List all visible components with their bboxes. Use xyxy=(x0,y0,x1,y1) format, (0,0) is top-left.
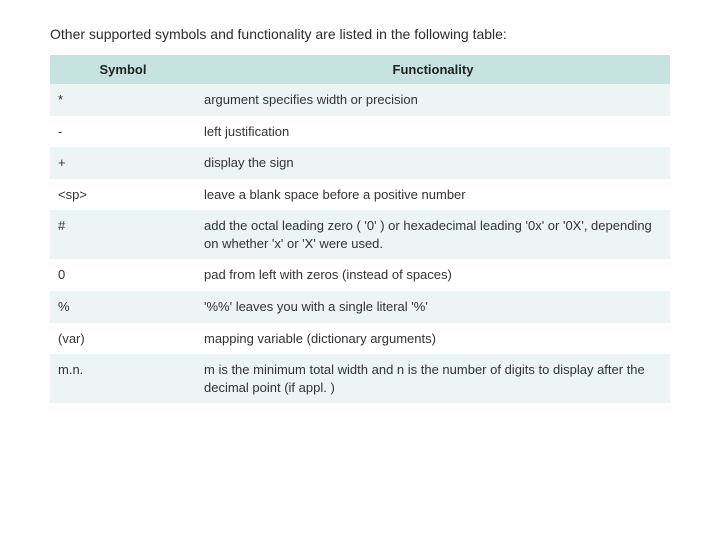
cell-symbol: - xyxy=(50,116,196,148)
cell-functionality: pad from left with zeros (instead of spa… xyxy=(196,259,670,291)
cell-symbol: <sp> xyxy=(50,179,196,211)
cell-symbol: # xyxy=(50,210,196,259)
cell-symbol: * xyxy=(50,84,196,116)
table-row: # add the octal leading zero ( '0' ) or … xyxy=(50,210,670,259)
table-row: 0 pad from left with zeros (instead of s… xyxy=(50,259,670,291)
cell-symbol: 0 xyxy=(50,259,196,291)
table-row: % '%%' leaves you with a single literal … xyxy=(50,291,670,323)
table-row: - left justification xyxy=(50,116,670,148)
cell-functionality: leave a blank space before a positive nu… xyxy=(196,179,670,211)
table-row: <sp> leave a blank space before a positi… xyxy=(50,179,670,211)
cell-functionality: display the sign xyxy=(196,147,670,179)
cell-functionality: '%%' leaves you with a single literal '%… xyxy=(196,291,670,323)
header-symbol: Symbol xyxy=(50,55,196,84)
cell-functionality: m is the minimum total width and n is th… xyxy=(196,354,670,403)
table-row: * argument specifies width or precision xyxy=(50,84,670,116)
cell-symbol: m.n. xyxy=(50,354,196,403)
header-functionality: Functionality xyxy=(196,55,670,84)
cell-symbol: + xyxy=(50,147,196,179)
cell-functionality: argument specifies width or precision xyxy=(196,84,670,116)
cell-functionality: left justification xyxy=(196,116,670,148)
symbols-table: Symbol Functionality * argument specifie… xyxy=(50,55,670,403)
cell-symbol: (var) xyxy=(50,323,196,355)
intro-text: Other supported symbols and functionalit… xyxy=(50,25,670,43)
table-row: m.n. m is the minimum total width and n … xyxy=(50,354,670,403)
table-row: + display the sign xyxy=(50,147,670,179)
cell-functionality: mapping variable (dictionary arguments) xyxy=(196,323,670,355)
cell-functionality: add the octal leading zero ( '0' ) or he… xyxy=(196,210,670,259)
table-row: (var) mapping variable (dictionary argum… xyxy=(50,323,670,355)
cell-symbol: % xyxy=(50,291,196,323)
